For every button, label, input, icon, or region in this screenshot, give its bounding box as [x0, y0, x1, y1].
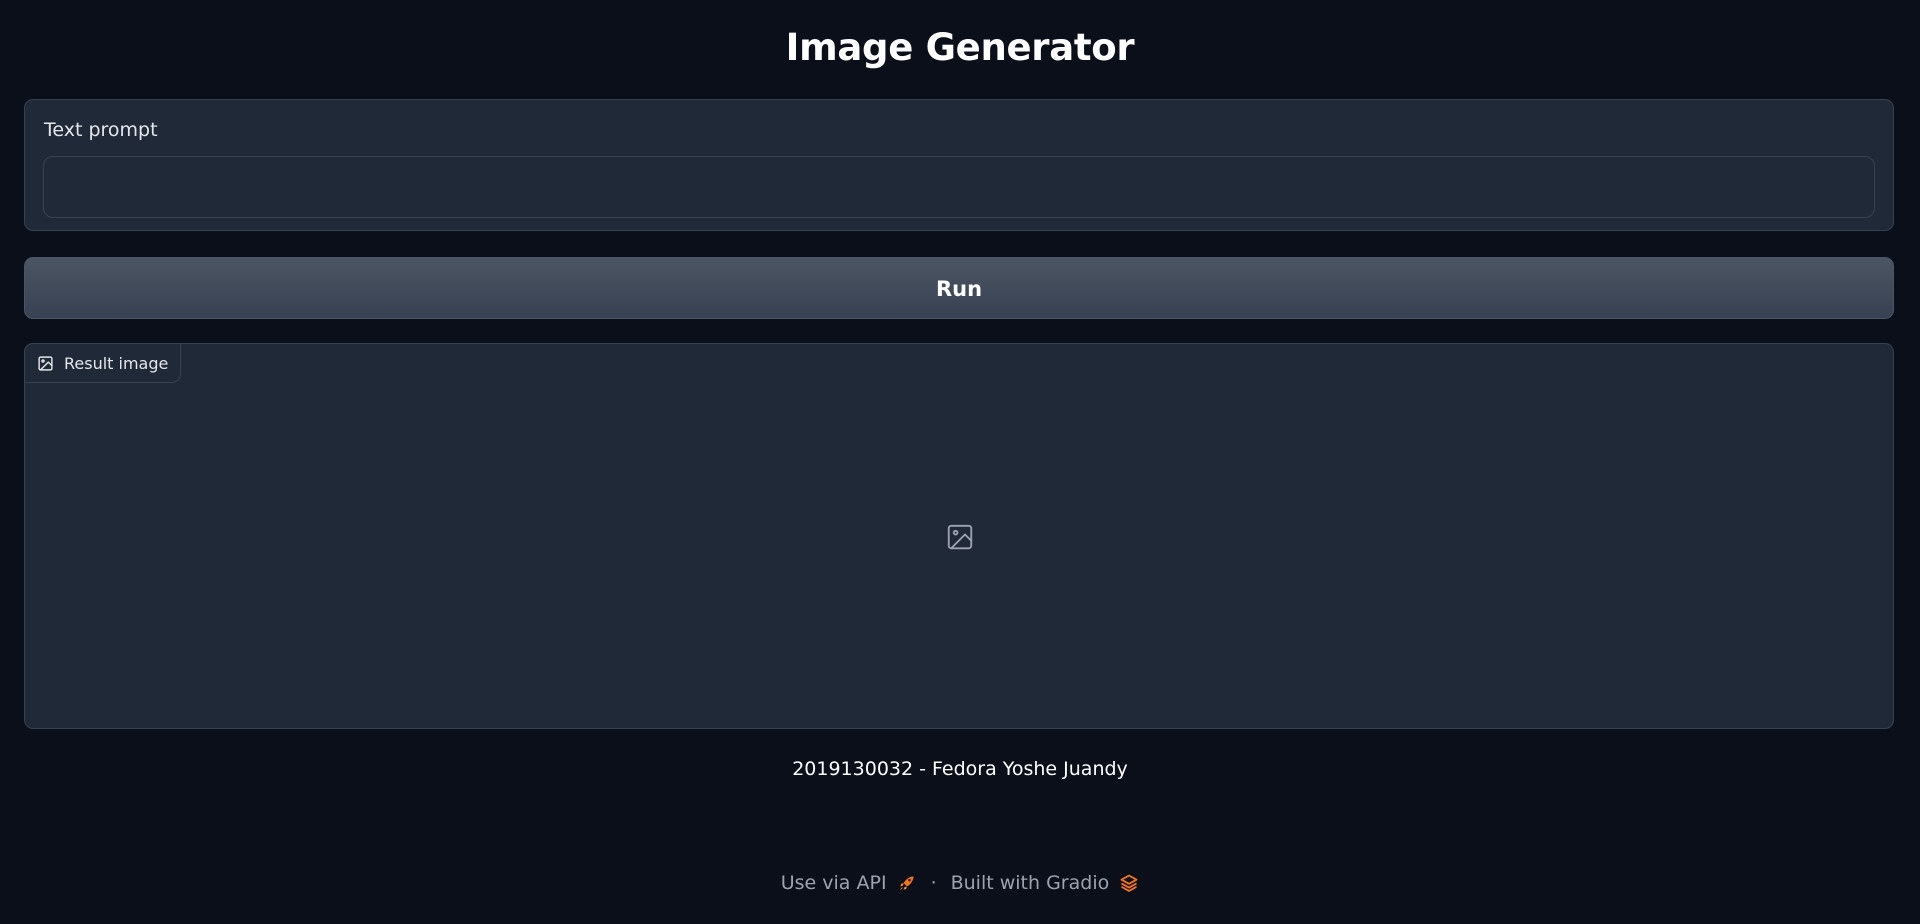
built-with-gradio-label: Built with Gradio	[950, 872, 1110, 894]
image-icon	[37, 355, 54, 372]
use-via-api-link[interactable]: Use via API	[781, 872, 917, 894]
footer-separator: ·	[930, 872, 937, 894]
gradio-logo-icon	[1119, 873, 1139, 893]
page-title: Image Generator	[785, 26, 1135, 69]
built-with-gradio-link[interactable]: Built with Gradio	[951, 872, 1140, 894]
text-prompt-block: Text prompt	[24, 99, 1894, 231]
page: Image Generator Text prompt Run Result i…	[0, 0, 1920, 924]
rocket-icon	[897, 873, 917, 893]
author-credit: 2019130032 - Fedora Yoshe Juandy	[792, 758, 1128, 780]
text-prompt-label: Text prompt	[44, 119, 158, 141]
image-placeholder-icon	[945, 522, 975, 552]
result-image-tab: Result image	[24, 343, 182, 383]
use-via-api-label: Use via API	[780, 872, 887, 894]
result-image-block: Result image	[24, 343, 1894, 729]
run-button[interactable]: Run	[24, 257, 1894, 319]
text-prompt-input[interactable]	[43, 156, 1875, 218]
footer: Use via API · Built with Gradio	[0, 872, 1920, 894]
result-image-tab-label: Result image	[64, 353, 169, 373]
